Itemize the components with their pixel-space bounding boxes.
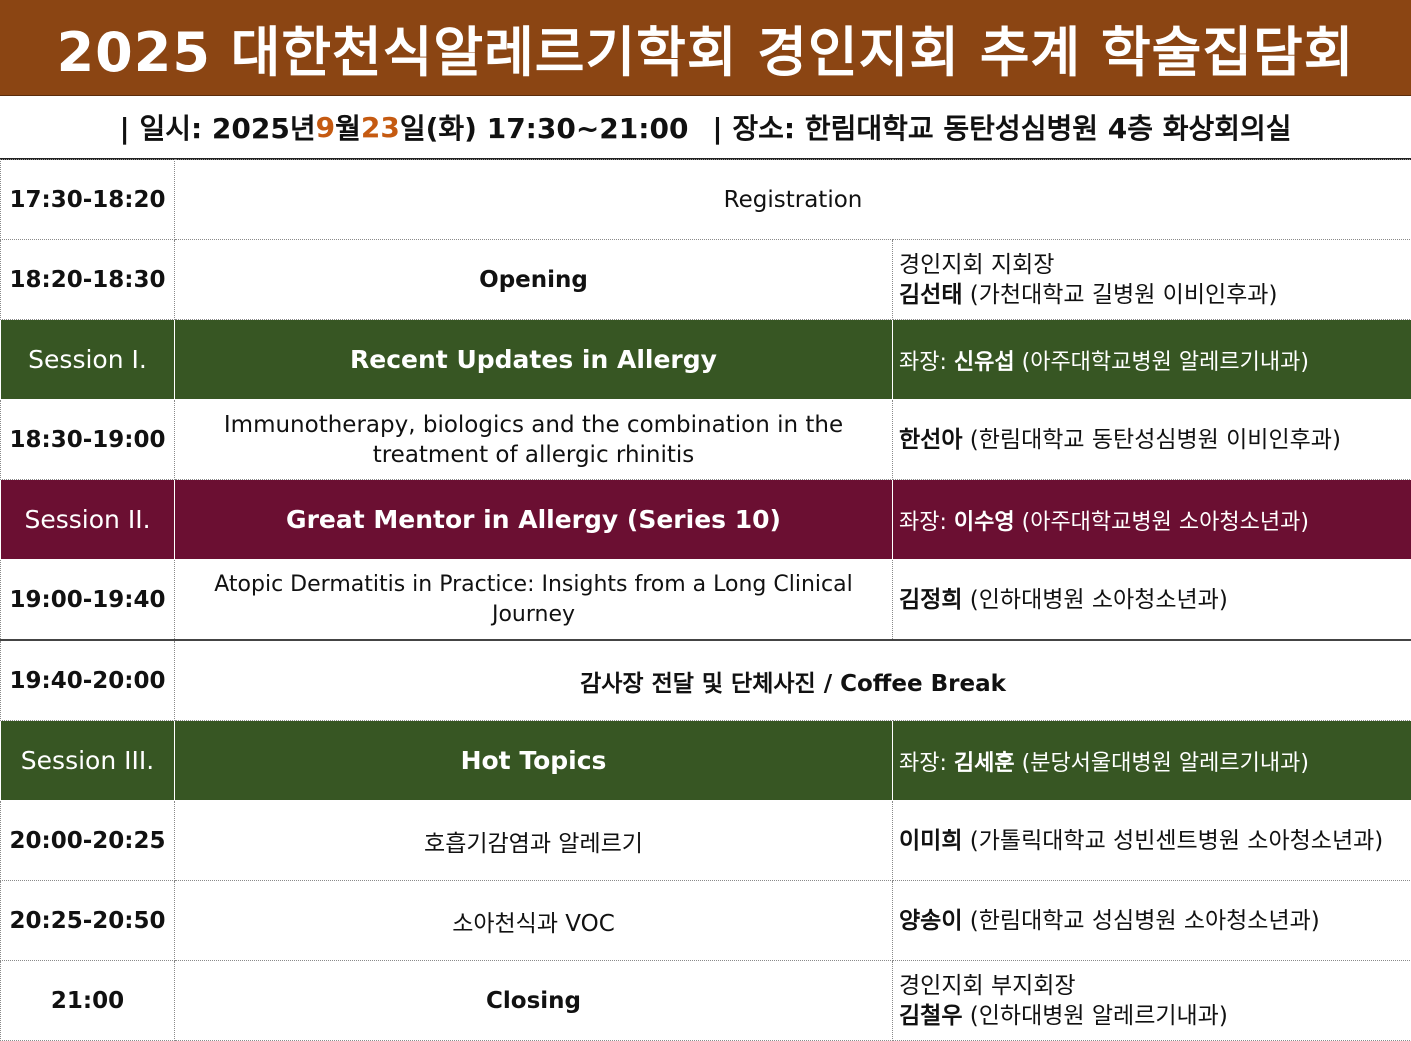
row-speaker: 경인지회 지회장 김선태 (가천대학교 길병원 이비인후과)	[893, 240, 1411, 320]
session-name: Session II.	[1, 480, 175, 560]
chair-name: 신유섭	[954, 350, 1015, 375]
session-title: Hot Topics	[175, 721, 893, 801]
chair-label: 좌장:	[899, 350, 954, 375]
session-chair: 좌장: 신유섭 (아주대학교병원 알레르기내과)	[893, 320, 1411, 400]
session-chair: 좌장: 김세훈 (분당서울대병원 알레르기내과)	[893, 721, 1411, 801]
row-program: Registration	[175, 160, 1411, 240]
event-info: | 일시: 2025년 9월 23일(화) 17:30~21:00 | 장소: 한…	[0, 96, 1411, 160]
date-day-rest: 일(화) 17:30~21:00	[400, 107, 689, 147]
row-time: 19:40-20:00	[1, 640, 175, 721]
row-speaker: 경인지회 부지회장 김철우 (인하대병원 알레르기내과)	[893, 961, 1411, 1041]
speaker-affiliation: (인하대병원 알레르기내과)	[962, 1003, 1227, 1029]
table-row: 19:00-19:40 Atopic Dermatitis in Practic…	[1, 560, 1411, 641]
row-time: 18:20-18:30	[1, 240, 175, 320]
row-time: 20:00-20:25	[1, 801, 175, 881]
speaker-name: 한선아	[899, 427, 962, 453]
session-name: Session I.	[1, 320, 175, 400]
chair-affiliation: (분당서울대병원 알레르기내과)	[1015, 751, 1309, 776]
row-program: Closing	[175, 961, 893, 1041]
speaker-affiliation: (가천대학교 길병원 이비인후과)	[962, 282, 1277, 308]
speaker-affiliation: (인하대병원 소아청소년과)	[962, 587, 1227, 613]
chair-affiliation: (아주대학교병원 알레르기내과)	[1015, 350, 1309, 375]
table-row: 18:20-18:30 Opening 경인지회 지회장 김선태 (가천대학교 …	[1, 240, 1411, 320]
row-program: 감사장 전달 및 단체사진 / Coffee Break	[175, 640, 1411, 721]
speaker-affiliation: (한림대학교 성심병원 소아청소년과)	[962, 908, 1319, 934]
venue-label: | 장소: 한림대학교 동탄성심병원 4층 화상회의실	[712, 107, 1291, 147]
schedule-table: 17:30-18:20 Registration 18:20-18:30 Ope…	[0, 159, 1411, 1041]
row-speaker: 이미희 (가톨릭대학교 성빈센트병원 소아청소년과)	[893, 801, 1411, 881]
row-program: 소아천식과 VOC	[175, 881, 893, 961]
table-row: 18:30-19:00 Immunotherapy, biologics and…	[1, 400, 1411, 480]
row-time: 17:30-18:20	[1, 160, 175, 240]
row-program: Opening	[175, 240, 893, 320]
table-row: 19:40-20:00 감사장 전달 및 단체사진 / Coffee Break	[1, 640, 1411, 721]
date-label: | 일시: 2025년	[119, 107, 315, 147]
table-row: 21:00 Closing 경인지회 부지회장 김철우 (인하대병원 알레르기내…	[1, 961, 1411, 1041]
session-title: Recent Updates in Allergy	[175, 320, 893, 400]
page-title: 2025 대한천식알레르기학회 경인지회 추계 학술집담회	[0, 0, 1411, 96]
chair-affiliation: (아주대학교병원 소아청소년과)	[1015, 510, 1309, 535]
speaker-role: 경인지회 부지회장	[899, 973, 1076, 999]
table-row: 17:30-18:20 Registration	[1, 160, 1411, 240]
row-program: Immunotherapy, biologics and the combina…	[175, 400, 893, 480]
speaker-name: 김정희	[899, 587, 962, 613]
session-title: Great Mentor in Allergy (Series 10)	[175, 480, 893, 560]
session-row: Session III. Hot Topics 좌장: 김세훈 (분당서울대병원…	[1, 721, 1411, 801]
session-row: Session II. Great Mentor in Allergy (Ser…	[1, 480, 1411, 560]
date-month: 9	[316, 111, 335, 144]
chair-name: 김세훈	[954, 751, 1015, 776]
speaker-affiliation: (한림대학교 동탄성심병원 이비인후과)	[962, 427, 1340, 453]
speaker-affiliation: (가톨릭대학교 성빈센트병원 소아청소년과)	[962, 828, 1383, 854]
table-row: 20:25-20:50 소아천식과 VOC 양송이 (한림대학교 성심병원 소아…	[1, 881, 1411, 961]
chair-name: 이수영	[954, 510, 1015, 535]
date-month-unit: 월	[335, 107, 361, 147]
row-time: 21:00	[1, 961, 175, 1041]
table-row: 20:00-20:25 호흡기감염과 알레르기 이미희 (가톨릭대학교 성빈센트…	[1, 801, 1411, 881]
session-row: Session I. Recent Updates in Allergy 좌장:…	[1, 320, 1411, 400]
row-program: 호흡기감염과 알레르기	[175, 801, 893, 881]
row-time: 19:00-19:40	[1, 560, 175, 641]
speaker-name: 김철우	[899, 1003, 962, 1029]
row-program: Atopic Dermatitis in Practice: Insights …	[175, 560, 893, 641]
speaker-role: 경인지회 지회장	[899, 252, 1054, 278]
row-time: 20:25-20:50	[1, 881, 175, 961]
speaker-name: 김선태	[899, 282, 962, 308]
chair-label: 좌장:	[899, 751, 954, 776]
speaker-name: 양송이	[899, 908, 962, 934]
row-speaker: 양송이 (한림대학교 성심병원 소아청소년과)	[893, 881, 1411, 961]
row-speaker: 한선아 (한림대학교 동탄성심병원 이비인후과)	[893, 400, 1411, 480]
row-time: 18:30-19:00	[1, 400, 175, 480]
date-day: 23	[361, 111, 400, 144]
session-chair: 좌장: 이수영 (아주대학교병원 소아청소년과)	[893, 480, 1411, 560]
chair-label: 좌장:	[899, 510, 954, 535]
session-name: Session III.	[1, 721, 175, 801]
speaker-name: 이미희	[899, 828, 962, 854]
row-speaker: 김정희 (인하대병원 소아청소년과)	[893, 560, 1411, 641]
